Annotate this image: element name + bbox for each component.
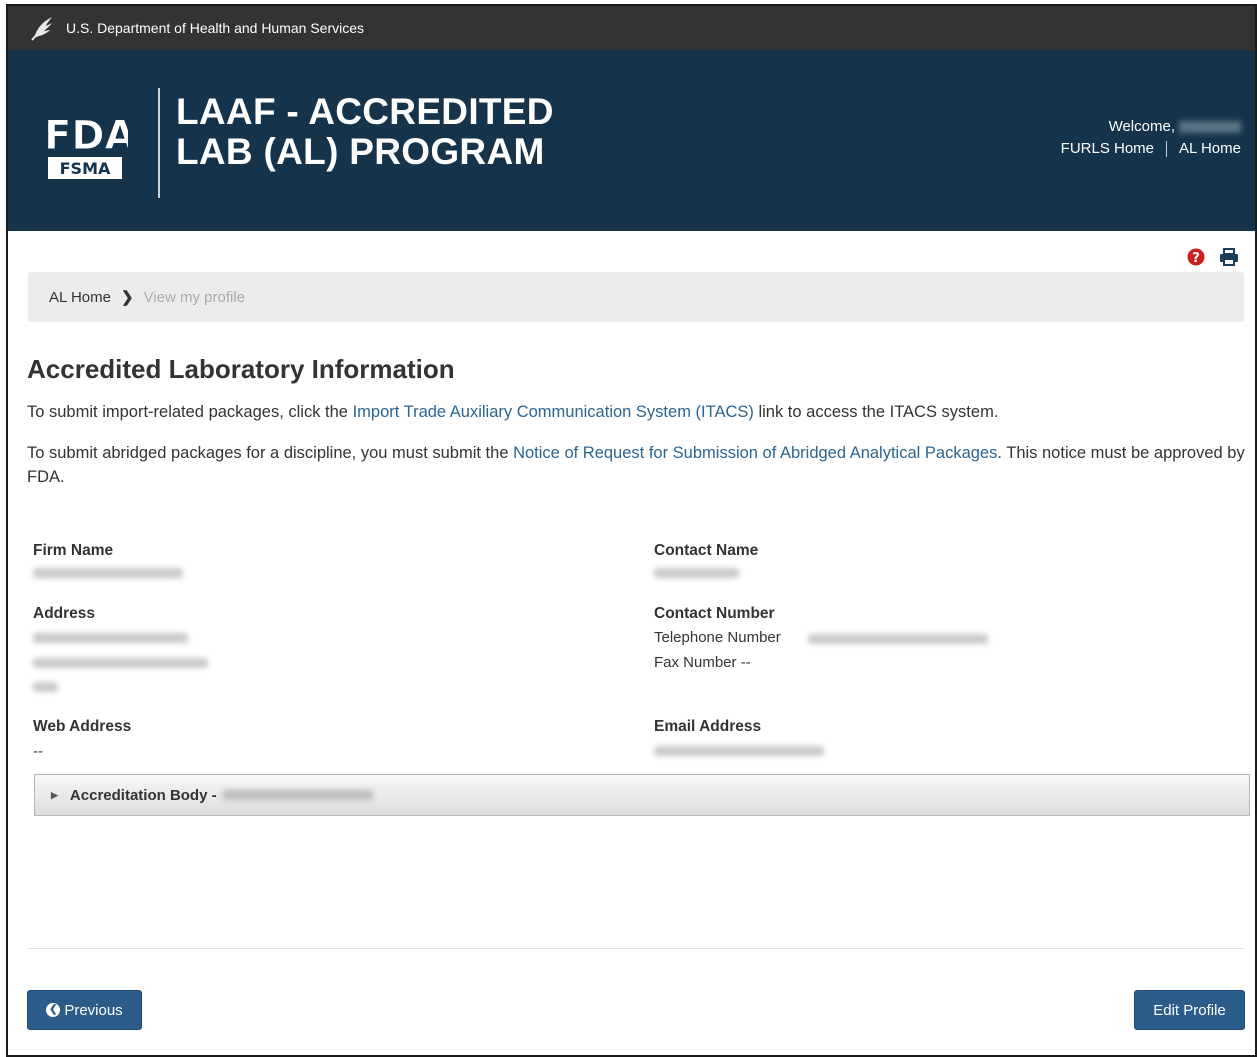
program-title: LAAF - ACCREDITED LAB (AL) PROGRAM <box>176 92 554 172</box>
banner-divider <box>158 88 160 198</box>
furls-home-link[interactable]: FURLS Home <box>1061 140 1154 157</box>
svg-text:?: ? <box>1192 251 1200 266</box>
abridged-notice-link[interactable]: Notice of Request for Submission of Abri… <box>513 444 997 462</box>
edit-profile-label: Edit Profile <box>1153 1001 1226 1019</box>
al-home-link[interactable]: AL Home <box>1179 140 1241 157</box>
accreditation-body-accordion[interactable]: ▶ Accreditation Body - <box>34 774 1250 816</box>
address-line1-redacted <box>33 633 188 643</box>
welcome-text: Welcome, <box>1108 118 1175 135</box>
user-name-redacted <box>1179 121 1241 134</box>
program-banner: FDA FSMA LAAF - ACCREDITED LAB (AL) PROG… <box>8 50 1255 231</box>
contact-name-label: Contact Name <box>654 542 759 559</box>
breadcrumb: AL Home ❯ View my profile <box>28 272 1244 322</box>
previous-button[interactable]: ❮ Previous <box>27 990 142 1030</box>
para2-text-before: To submit abridged packages for a discip… <box>27 444 514 462</box>
telephone-value-redacted <box>808 634 988 644</box>
print-icon[interactable] <box>1219 248 1239 266</box>
web-address-value: -- <box>33 743 43 760</box>
email-value-redacted <box>654 746 824 756</box>
program-title-line2: LAB (AL) PROGRAM <box>176 131 545 172</box>
address-line2-redacted <box>33 658 208 668</box>
nav-separator <box>1166 141 1168 158</box>
fda-logo-text: FDA <box>44 113 128 159</box>
edit-profile-button[interactable]: Edit Profile <box>1134 990 1245 1030</box>
telephone-label: Telephone Number <box>654 629 781 646</box>
address-label: Address <box>33 605 96 622</box>
help-icon[interactable]: ? <box>1187 248 1205 266</box>
accreditation-body-value-redacted <box>222 790 373 800</box>
para1-text-after: link to access the ITACS system. <box>753 403 999 421</box>
para1-text-before: To submit import-related packages, click… <box>27 403 353 421</box>
itacs-link[interactable]: Import Trade Auxiliary Communication Sys… <box>353 403 754 421</box>
hhs-topbar: U.S. Department of Health and Human Serv… <box>8 6 1255 50</box>
breadcrumb-home[interactable]: AL Home <box>49 289 111 306</box>
breadcrumb-current: View my profile <box>143 288 245 306</box>
accreditation-body-label: Accreditation Body - <box>69 786 217 804</box>
firm-name-label: Firm Name <box>33 542 114 559</box>
chevron-right-icon: ❯ <box>120 289 134 306</box>
hhs-eagle-icon <box>31 17 52 41</box>
contact-name-value-redacted <box>654 568 739 578</box>
fax-number: Fax Number -- <box>654 654 751 671</box>
abridged-instructions: To submit abridged packages for a discip… <box>27 441 1252 489</box>
fsma-logo-text: FSMA <box>60 159 111 178</box>
caret-right-icon: ▶ <box>51 789 58 800</box>
email-address-label: Email Address <box>654 718 762 735</box>
page-title: Accredited Laboratory Information <box>27 354 455 384</box>
agency-name: U.S. Department of Health and Human Serv… <box>66 20 365 36</box>
address-country-redacted <box>33 682 58 692</box>
fda-fsma-logo: FDA FSMA <box>44 113 128 179</box>
footer-divider <box>28 948 1244 949</box>
user-welcome: Welcome, FURLS Home AL Home <box>1061 116 1241 160</box>
itacs-instructions: To submit import-related packages, click… <box>27 400 1252 424</box>
contact-number-label: Contact Number <box>654 605 775 622</box>
page-tools: ? <box>1187 248 1239 266</box>
program-title-line1: LAAF - ACCREDITED <box>176 91 554 132</box>
page-frame: U.S. Department of Health and Human Serv… <box>6 4 1257 1057</box>
web-address-label: Web Address <box>33 718 132 735</box>
firm-name-value-redacted <box>33 568 183 578</box>
previous-label: Previous <box>64 1001 123 1019</box>
chevron-left-circle-icon: ❮ <box>46 1003 61 1017</box>
